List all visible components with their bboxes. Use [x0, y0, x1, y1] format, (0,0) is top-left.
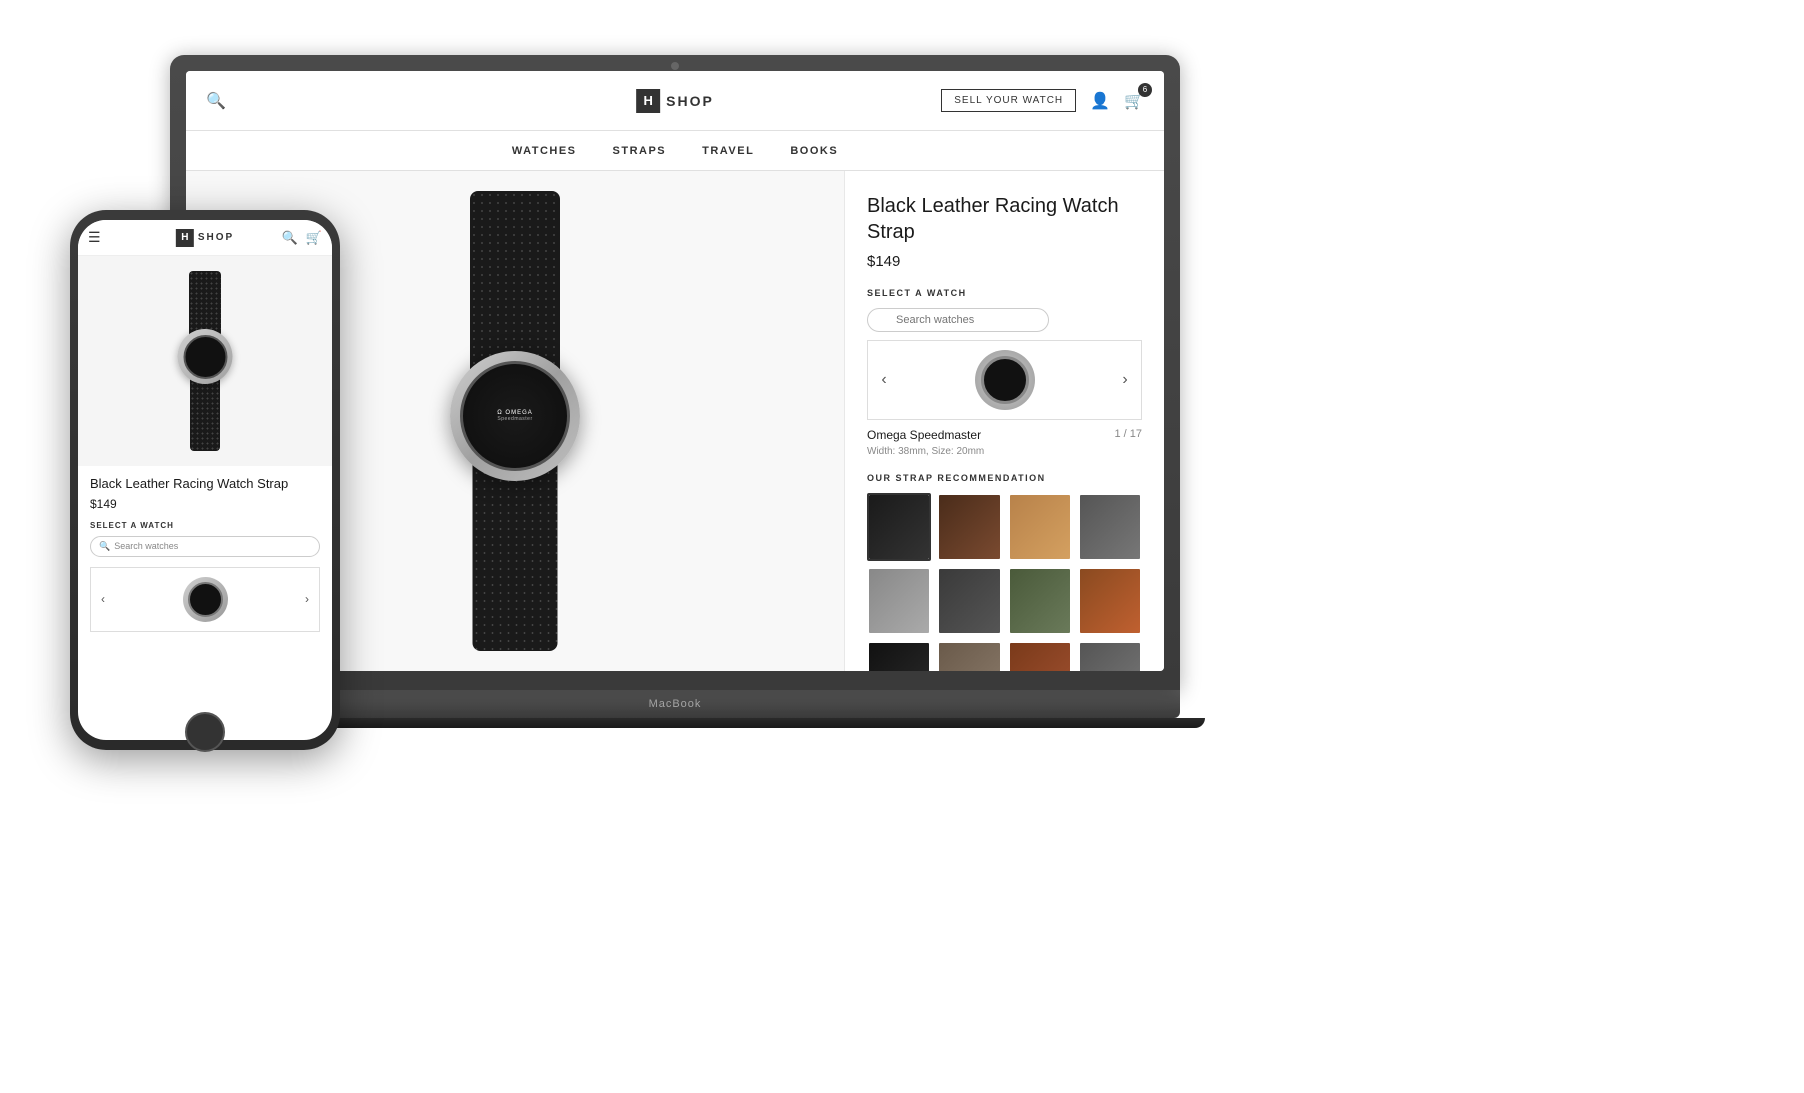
phone-header: ☰ H SHOP 🔍 🛒 — [78, 220, 332, 256]
phone-screen: ☰ H SHOP 🔍 🛒 — [78, 220, 332, 740]
search-watches-input[interactable] — [867, 308, 1049, 332]
search-watches-wrapper — [867, 308, 1142, 332]
select-watch-label: SELECT A WATCH — [867, 288, 1142, 298]
watch-info-row: Omega Speedmaster 1 / 17 — [867, 428, 1142, 442]
scene: ☰ H SHOP 🔍 🛒 — [0, 0, 1804, 1093]
phone-carousel-watch-image — [183, 577, 228, 622]
strap-swatch-gray — [869, 569, 929, 633]
phone-search-bar[interactable]: 🔍 Search watches — [90, 536, 320, 557]
carousel-prev-button[interactable]: ‹ — [868, 341, 900, 419]
phone-strap-bottom — [190, 376, 220, 451]
watch-strap-bottom — [473, 461, 558, 651]
phone-watch-carousel: ‹ › — [90, 567, 320, 632]
product-title: Black Leather Racing Watch Strap — [867, 193, 1142, 245]
strap-swatch-taupe — [939, 643, 999, 671]
phone-search-icon[interactable]: 🔍 — [282, 230, 298, 246]
site-logo-box: H — [636, 89, 660, 113]
phone-logo-text: SHOP — [198, 232, 234, 243]
watch-model-text: Speedmaster — [497, 416, 532, 422]
strap-recommendation-label: OUR STRAP RECOMMENDATION — [867, 473, 1142, 483]
phone-logo: H SHOP — [176, 229, 234, 247]
phone-cart-icon[interactable]: 🛒 — [306, 230, 322, 246]
watch-illustration: Ω OMEGA Speedmaster — [375, 191, 655, 651]
phone-product-title: Black Leather Racing Watch Strap — [90, 476, 320, 493]
phone-product-image — [78, 256, 332, 466]
watch-name: Omega Speedmaster — [867, 428, 981, 442]
watch-specs: Width: 38mm, Size: 20mm — [867, 446, 1142, 457]
site-search-icon[interactable]: 🔍 — [206, 91, 226, 111]
carousel-watch-dial — [981, 356, 1029, 404]
strap-item-10[interactable] — [937, 641, 1001, 671]
strap-item-7[interactable] — [1008, 567, 1072, 635]
laptop-camera — [671, 62, 679, 70]
strap-swatch-brown2 — [1010, 643, 1070, 671]
watch-dial: Ω OMEGA Speedmaster — [460, 361, 570, 471]
watch-selector-row — [867, 308, 1142, 332]
carousel-watch-image — [975, 350, 1035, 410]
carousel-next-button[interactable]: › — [1109, 341, 1141, 419]
phone-menu-icon[interactable]: ☰ — [88, 229, 101, 246]
strap-item-2[interactable] — [937, 493, 1001, 561]
sell-watch-button[interactable]: SELL YOUR WATCH — [941, 89, 1076, 112]
phone-carousel-watch-display — [115, 577, 295, 622]
phone-device: ☰ H SHOP 🔍 🛒 — [70, 210, 340, 750]
cart-icon[interactable]: 🛒 6 — [1124, 91, 1144, 111]
strap-swatch-dark-gray — [1080, 495, 1140, 559]
site-logo-text: SHOP — [666, 93, 714, 109]
strap-swatch-dark-brown — [939, 495, 999, 559]
product-info-panel: Black Leather Racing Watch Strap $149 SE… — [844, 171, 1164, 671]
laptop-brand-label: MacBook — [649, 698, 702, 710]
phone-select-watch-label: SELECT A WATCH — [90, 521, 320, 530]
watch-carousel: ‹ › — [867, 340, 1142, 420]
watch-counter: 1 / 17 — [1114, 428, 1142, 440]
watch-case: Ω OMEGA Speedmaster — [450, 351, 580, 481]
phone-search-icon-small: 🔍 — [99, 541, 110, 552]
phone-watch-dial — [183, 335, 227, 379]
strap-swatch-charcoal — [939, 569, 999, 633]
strap-item-8[interactable] — [1078, 567, 1142, 635]
strap-item-1[interactable] — [867, 493, 931, 561]
site-nav: WATCHES STRAPS TRAVEL BOOKS — [186, 131, 1164, 171]
strap-swatch-olive — [1010, 569, 1070, 633]
site-logo: H SHOP — [636, 89, 714, 113]
phone-logo-box: H — [176, 229, 194, 247]
nav-item-books[interactable]: BOOKS — [790, 145, 838, 157]
phone-carousel-prev-button[interactable]: ‹ — [91, 568, 115, 631]
phone-carousel-watch-dial — [188, 582, 223, 617]
site-header-right: SELL YOUR WATCH 👤 🛒 6 — [941, 89, 1144, 112]
phone-carousel-next-button[interactable]: › — [295, 568, 319, 631]
carousel-content — [900, 350, 1109, 410]
account-icon[interactable]: 👤 — [1090, 91, 1110, 111]
site-header: 🔍 H SHOP SELL YOUR WATCH 👤 🛒 6 — [186, 71, 1164, 131]
strap-item-9[interactable] — [867, 641, 931, 671]
strap-swatch-black2 — [869, 643, 929, 671]
strap-item-12[interactable] — [1078, 641, 1142, 671]
strap-grid — [867, 493, 1142, 671]
strap-swatch-dark-gray-2 — [1080, 643, 1140, 671]
nav-item-straps[interactable]: STRAPS — [613, 145, 667, 157]
nav-item-travel[interactable]: TRAVEL — [702, 145, 754, 157]
product-price: $149 — [867, 253, 1142, 270]
phone-header-right: 🔍 🛒 — [282, 230, 322, 246]
strap-item-5[interactable] — [867, 567, 931, 635]
phone-home-button[interactable] — [185, 712, 225, 752]
phone-product-details: Black Leather Racing Watch Strap $149 SE… — [78, 466, 332, 642]
phone-logo-letter: H — [181, 232, 188, 243]
strap-swatch-cognac — [1080, 569, 1140, 633]
strap-item-6[interactable] — [937, 567, 1001, 635]
phone-watch-case — [178, 329, 233, 384]
cart-badge: 6 — [1138, 83, 1152, 97]
phone-product-price: $149 — [90, 497, 320, 511]
strap-item-3[interactable] — [1008, 493, 1072, 561]
strap-item-4[interactable] — [1078, 493, 1142, 561]
site-logo-letter: H — [643, 93, 652, 108]
strap-item-11[interactable] — [1008, 641, 1072, 671]
strap-swatch-tan — [1010, 495, 1070, 559]
phone-search-text: Search watches — [114, 541, 178, 551]
phone-watch-illustration — [155, 271, 255, 451]
strap-swatch-black — [869, 495, 929, 559]
nav-item-watches[interactable]: WATCHES — [512, 145, 577, 157]
